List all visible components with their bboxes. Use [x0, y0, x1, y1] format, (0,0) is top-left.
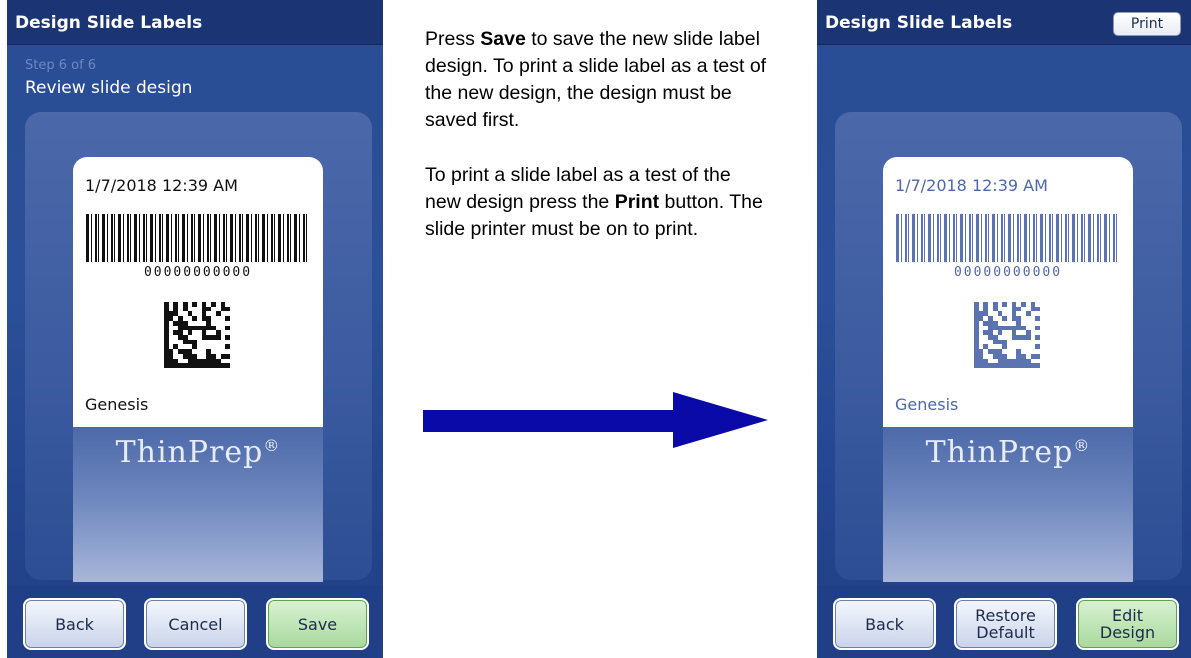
left-screen: Design Slide Labels Step 6 of 6 Review s… — [7, 0, 383, 658]
restore-default-button[interactable]: Restore Default — [954, 598, 1057, 650]
barcode-1d — [896, 214, 1120, 262]
barcode-number: 00000000000 — [953, 265, 1063, 280]
title-bar: Design Slide Labels Print — [817, 0, 1191, 45]
thinprep-logo: ThinPrep® — [115, 435, 281, 470]
datamatrix-code — [164, 302, 230, 368]
label-date: 1/7/2018 12:39 AM — [85, 176, 238, 195]
label-brand-area: ThinPrep® — [73, 427, 323, 582]
step-indicator: Step 6 of 6 — [25, 58, 97, 73]
label-name: Genesis — [85, 395, 149, 414]
save-button[interactable]: Save — [266, 598, 369, 650]
title-bar: Design Slide Labels — [7, 0, 383, 45]
screen-title: Design Slide Labels — [825, 13, 1013, 33]
label-brand-area: ThinPrep® — [883, 427, 1133, 582]
slide-label-preview: 1/7/2018 12:39 AM 00000000000 Genesis Th… — [73, 157, 323, 582]
barcode-1d — [86, 214, 310, 262]
right-screen: Design Slide Labels Print 1/7/2018 12:39… — [817, 0, 1191, 658]
datamatrix-module — [1035, 363, 1040, 368]
instruction-save: Press Save to save the new slide label d… — [425, 28, 767, 131]
slide-label-preview: 1/7/2018 12:39 AM 00000000000 Genesis Th… — [883, 157, 1133, 582]
edit-design-button[interactable]: Edit Design — [1076, 598, 1179, 650]
step-title: Review slide design — [25, 78, 193, 98]
right-arrow-icon — [423, 392, 768, 448]
barcode-number: 00000000000 — [143, 265, 253, 280]
instructions-text: Press Save to save the new slide label d… — [425, 26, 770, 271]
print-button[interactable]: Print — [1113, 12, 1181, 36]
datamatrix-code — [974, 302, 1040, 368]
label-date: 1/7/2018 12:39 AM — [895, 176, 1048, 195]
thinprep-logo: ThinPrep® — [925, 435, 1091, 470]
back-button[interactable]: Back — [23, 598, 126, 650]
instruction-print: To print a slide label as a test of the … — [425, 164, 763, 240]
label-name: Genesis — [895, 395, 959, 414]
datamatrix-module — [225, 363, 230, 368]
back-button[interactable]: Back — [833, 598, 936, 650]
screen-title: Design Slide Labels — [15, 13, 203, 33]
cancel-button[interactable]: Cancel — [144, 598, 247, 650]
